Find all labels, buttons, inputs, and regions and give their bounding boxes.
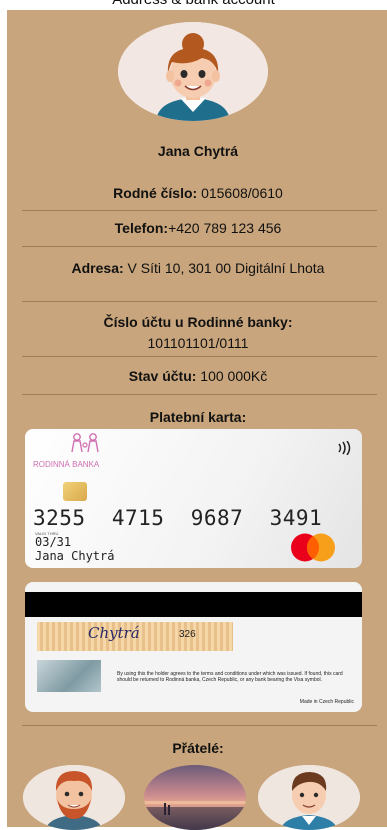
card-holder: Jana Chytrá bbox=[35, 549, 115, 563]
bank-name: RODINNÁ BANKA bbox=[33, 460, 100, 469]
signature-strip: Chytrá 326 bbox=[37, 622, 233, 651]
mastercard-logo-icon bbox=[291, 533, 335, 562]
cvv-code: 326 bbox=[179, 629, 196, 640]
phone-row: Telefon:+420 789 123 456 bbox=[7, 218, 387, 239]
friend-avatar-2[interactable] bbox=[144, 765, 246, 830]
balance-row: Stav účtu: 100 000Kč bbox=[7, 366, 387, 387]
card-terms: By using this the holder agrees to the t… bbox=[117, 671, 343, 683]
divider bbox=[22, 356, 377, 357]
address-label: Adresa: bbox=[71, 260, 124, 276]
divider bbox=[22, 210, 377, 211]
friend-avatar-3[interactable] bbox=[258, 765, 360, 830]
hologram bbox=[37, 660, 101, 692]
user-name: Jana Chytrá bbox=[157, 143, 239, 159]
divider bbox=[22, 246, 377, 247]
page-title: Address & bank account bbox=[0, 0, 387, 9]
account-row: Číslo účtu u Rodinné banky: 101101101/01… bbox=[7, 312, 387, 354]
contactless-icon bbox=[338, 441, 351, 455]
bank-logo-icon bbox=[71, 433, 99, 453]
divider bbox=[22, 394, 377, 395]
friend-avatar-1[interactable] bbox=[23, 765, 125, 830]
birth-number-row: Rodné číslo: 015608/0610 bbox=[7, 183, 387, 204]
profile-panel: Jana Chytrá Rodné číslo: 015608/0610 Tel… bbox=[7, 10, 387, 830]
card-number: 3255 4715 9687 3491 bbox=[33, 506, 323, 530]
balance-value: 100 000Kč bbox=[196, 368, 268, 384]
chip-icon bbox=[63, 482, 87, 501]
divider bbox=[22, 725, 377, 726]
divider bbox=[22, 301, 377, 302]
friends-heading: Přátelé: bbox=[172, 740, 224, 756]
balance-label: Stav účtu: bbox=[128, 368, 197, 384]
card-expiry: 03/31 bbox=[35, 535, 72, 549]
card-front: RODINNÁ BANKA 3255 4715 9687 3491 VALID … bbox=[25, 429, 362, 568]
account-value: 101101101/0111 bbox=[147, 335, 249, 351]
address-value: V Síti 10, 301 00 Digitální Lhota bbox=[123, 260, 325, 276]
magnetic-stripe bbox=[25, 592, 362, 617]
phone-label: Telefon: bbox=[114, 220, 169, 236]
payment-card-heading: Platební karta: bbox=[149, 409, 247, 425]
birth-number-label: Rodné číslo: bbox=[113, 185, 198, 201]
made-in-text: Made in Czech Republic bbox=[299, 699, 354, 705]
birth-number-value: 015608/0610 bbox=[197, 185, 283, 201]
address-row: Adresa: V Síti 10, 301 00 Digitální Lhot… bbox=[27, 258, 369, 279]
card-back: Chytrá 326 By using this the holder agre… bbox=[25, 582, 362, 712]
user-avatar bbox=[118, 22, 268, 121]
signature: Chytrá bbox=[88, 624, 140, 642]
phone-value: +420 789 123 456 bbox=[168, 220, 282, 236]
account-label: Číslo účtu u Rodinné banky: bbox=[103, 314, 293, 330]
